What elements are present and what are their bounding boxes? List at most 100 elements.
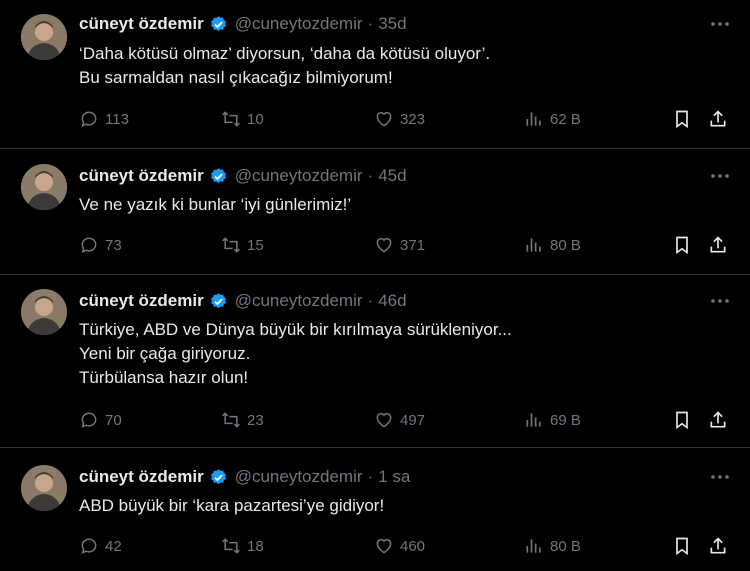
reply-button[interactable]: 113 (79, 107, 129, 131)
share-button[interactable] (706, 233, 730, 257)
avatar[interactable] (21, 289, 67, 335)
author-handle[interactable]: @cuneytozdemir (235, 291, 363, 311)
bookmark-icon (676, 537, 688, 556)
retweet-count: 23 (247, 411, 264, 429)
reply-button[interactable]: 42 (79, 534, 122, 558)
tweet-text: Türkiye, ABD ve Dünya büyük bir kırılmay… (79, 318, 679, 390)
retweet-icon (222, 237, 240, 253)
tweet[interactable]: cüneyt özdemir @cuneytozdemir · 35d ‘Dah… (0, 0, 750, 149)
avatar[interactable] (21, 164, 67, 210)
tweet-text-line: Ve ne yazık ki bunlar ‘iyi günlerimiz!’ (79, 195, 352, 214)
views-count: 80 B (550, 236, 581, 254)
tweet-text: ‘Daha kötüsü olmaz’ diyorsun, ‘daha da k… (79, 42, 679, 90)
tweet-actions: 113 10 323 62 B (79, 107, 739, 131)
separator-dot: · (367, 291, 374, 310)
tweet-time[interactable]: 35d (378, 14, 406, 34)
retweet-button[interactable]: 15 (221, 233, 264, 257)
author-name[interactable]: cüneyt özdemir (79, 14, 204, 34)
author-name[interactable]: cüneyt özdemir (79, 467, 204, 487)
bookmark-icon (676, 236, 688, 255)
like-button[interactable]: 371 (374, 233, 425, 257)
retweet-icon (222, 538, 240, 554)
avatar[interactable] (21, 465, 67, 511)
views-button[interactable]: 80 B (524, 233, 581, 257)
views-chart-icon (526, 413, 541, 427)
views-chart-icon (526, 112, 541, 126)
bookmark-button[interactable] (670, 233, 694, 257)
author-name[interactable]: cüneyt özdemir (79, 166, 204, 186)
tweet-text-line: Türkiye, ABD ve Dünya büyük bir kırılmay… (79, 320, 512, 339)
tweet-time[interactable]: 1 sa (378, 467, 410, 487)
tweet[interactable]: cüneyt özdemir @cuneytozdemir · 45d Ve n… (0, 149, 750, 275)
heart-icon (376, 413, 392, 428)
avatar[interactable] (21, 14, 67, 60)
like-count: 497 (400, 411, 426, 429)
views-count: 80 B (550, 537, 581, 555)
share-icon (710, 110, 726, 127)
bookmark-button[interactable] (670, 107, 694, 131)
tweet-text-line: ABD büyük bir ‘kara pazartesi’ye gidiyor… (79, 496, 385, 515)
reply-count: 70 (105, 411, 122, 429)
verified-badge-icon (210, 167, 226, 183)
tweet-time[interactable]: 46d (378, 291, 406, 311)
author-handle[interactable]: @cuneytozdemir (235, 14, 363, 34)
tweet-text-line: Bu sarmaldan nasıl çıkacağız bilmiyorum! (79, 68, 393, 87)
more-options-icon[interactable] (708, 166, 732, 186)
share-button[interactable] (706, 107, 730, 131)
reply-icon (81, 412, 97, 428)
separator-dot: · (367, 14, 374, 33)
reply-icon (81, 237, 97, 253)
views-button[interactable]: 69 B (524, 408, 581, 432)
like-button[interactable]: 497 (374, 408, 425, 432)
tweet-text-line: Yeni bir çağa giriyoruz. (79, 344, 251, 363)
separator-dot: · (367, 166, 374, 185)
author-name[interactable]: cüneyt özdemir (79, 291, 204, 311)
like-button[interactable]: 323 (374, 107, 425, 131)
tweet-time[interactable]: 45d (378, 166, 406, 186)
heart-icon (376, 238, 392, 253)
tweet-text: ABD büyük bir ‘kara pazartesi’ye gidiyor… (79, 494, 679, 518)
tweet-actions: 70 23 497 69 B (79, 408, 739, 432)
retweet-count: 10 (247, 110, 264, 128)
reply-icon (81, 111, 97, 127)
share-button[interactable] (706, 408, 730, 432)
author-handle[interactable]: @cuneytozdemir (235, 166, 363, 186)
heart-icon (376, 112, 392, 127)
share-button[interactable] (706, 534, 730, 558)
retweet-button[interactable]: 23 (221, 408, 264, 432)
author-handle[interactable]: @cuneytozdemir (235, 467, 363, 487)
reply-count: 113 (105, 110, 129, 128)
reply-count: 42 (105, 537, 122, 555)
separator-dot: · (367, 467, 374, 486)
reply-button[interactable]: 70 (79, 408, 122, 432)
bookmark-icon (676, 110, 688, 129)
tweet-text-line: ‘Daha kötüsü olmaz’ diyorsun, ‘daha da k… (79, 44, 491, 63)
reply-button[interactable]: 73 (79, 233, 122, 257)
reply-count: 73 (105, 236, 122, 254)
verified-badge-icon (210, 292, 226, 308)
more-options-icon[interactable] (708, 291, 732, 311)
more-options-icon[interactable] (708, 467, 732, 487)
bookmark-button[interactable] (670, 408, 694, 432)
tweet-text: Ve ne yazık ki bunlar ‘iyi günlerimiz!’ (79, 193, 679, 217)
like-count: 460 (400, 537, 426, 555)
views-chart-icon (526, 539, 541, 553)
retweet-button[interactable]: 18 (221, 534, 264, 558)
bookmark-icon (676, 411, 688, 430)
verified-badge-icon (210, 468, 226, 484)
tweet[interactable]: cüneyt özdemir @cuneytozdemir · 1 sa ABD… (0, 448, 750, 571)
tweet[interactable]: cüneyt özdemir @cuneytozdemir · 46d Türk… (0, 275, 750, 448)
retweet-icon (222, 412, 240, 428)
views-button[interactable]: 80 B (524, 534, 581, 558)
views-button[interactable]: 62 B (524, 107, 581, 131)
more-options-icon[interactable] (708, 14, 732, 34)
bookmark-button[interactable] (670, 534, 694, 558)
views-chart-icon (526, 238, 541, 252)
retweet-button[interactable]: 10 (221, 107, 264, 131)
share-icon (710, 411, 726, 428)
like-count: 371 (400, 236, 426, 254)
tweet-actions: 73 15 371 80 B (79, 233, 739, 257)
tweet-text-line: Türbülansa hazır olun! (79, 368, 249, 387)
retweet-count: 15 (247, 236, 264, 254)
like-button[interactable]: 460 (374, 534, 425, 558)
